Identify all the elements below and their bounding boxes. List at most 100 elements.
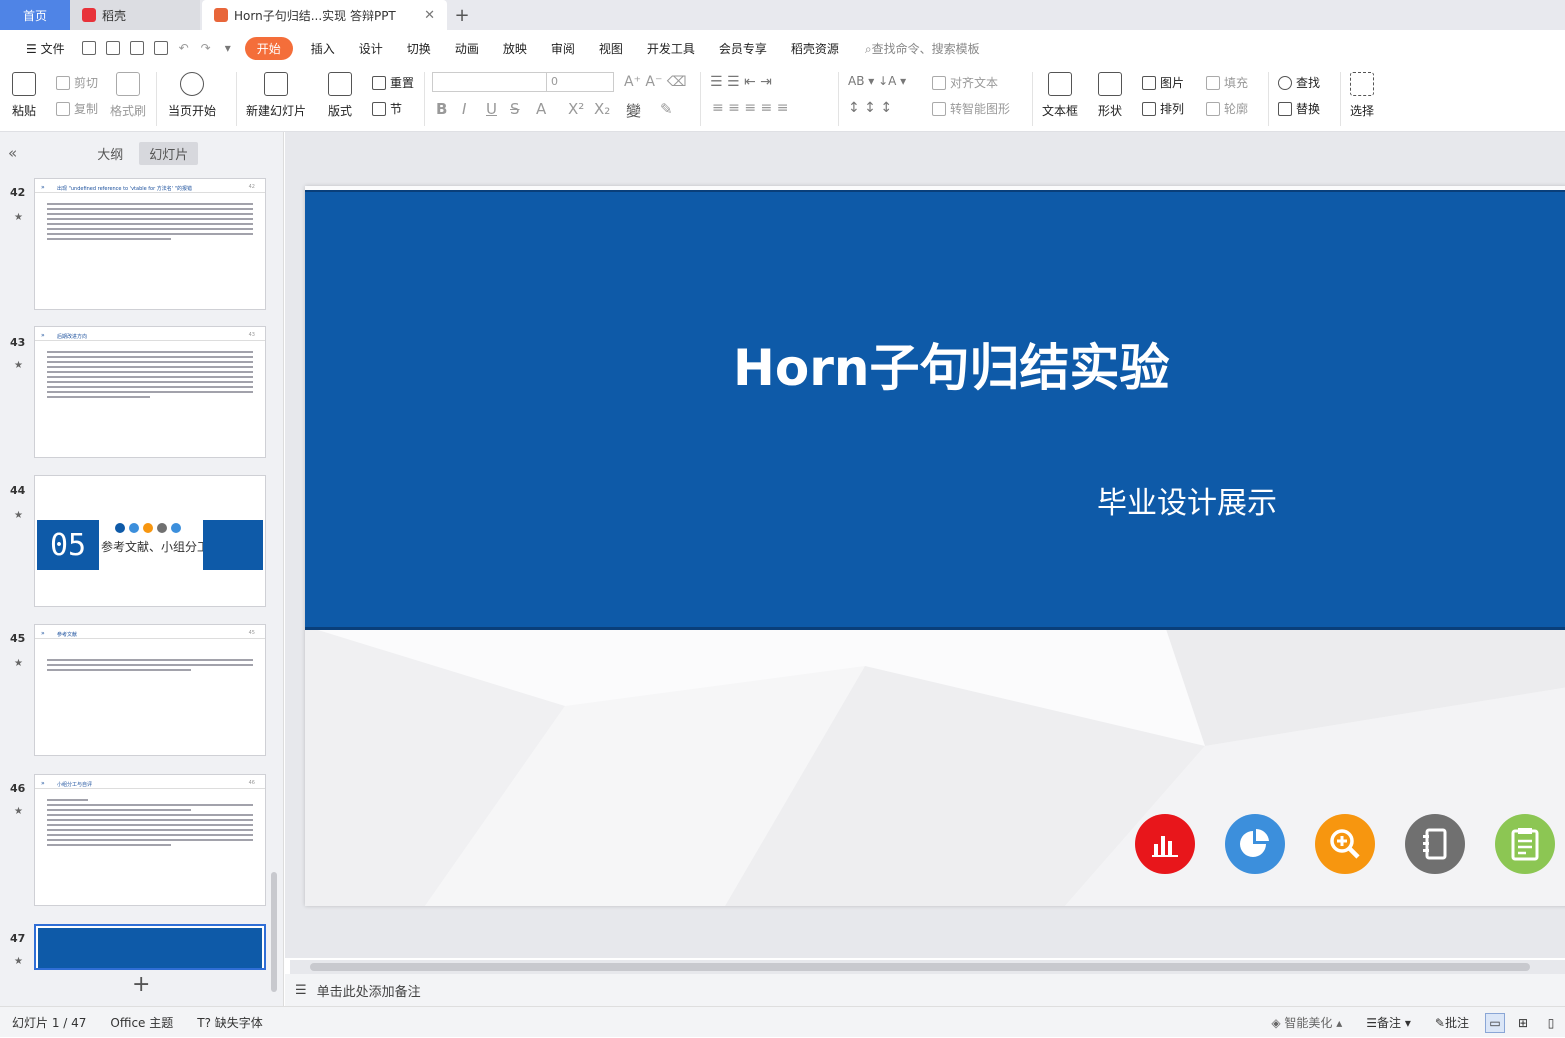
horizontal-scrollbar[interactable] bbox=[290, 960, 1565, 974]
new-slide-button[interactable]: 新建幻灯片 bbox=[246, 72, 306, 119]
slide-thumbnail-47[interactable] bbox=[34, 924, 266, 970]
file-menu[interactable]: ☰ 文件 bbox=[14, 40, 77, 57]
select-label: 选择 bbox=[1350, 104, 1375, 118]
slide-canvas[interactable]: Horn子句归结实验 毕业设计展示 bbox=[305, 186, 1565, 906]
pie-chart-icon[interactable] bbox=[1225, 814, 1285, 874]
paste-button[interactable]: 粘贴 bbox=[12, 72, 36, 119]
notebook-icon[interactable] bbox=[1405, 814, 1465, 874]
missing-font-button[interactable]: T? 缺失字体 bbox=[185, 1014, 275, 1031]
menu-developer[interactable]: 开发工具 bbox=[635, 40, 707, 57]
normal-view-icon[interactable]: ▭ bbox=[1485, 1012, 1505, 1033]
bullets-icon[interactable]: ☰ ☰ ⇤ ⇥ bbox=[710, 74, 772, 90]
font-family-select[interactable] bbox=[432, 72, 548, 92]
redo-icon[interactable]: ↷ bbox=[201, 41, 211, 55]
line-spacing-icon[interactable]: ↕ ↕ ↕ bbox=[848, 100, 892, 116]
section-button[interactable]: 节 bbox=[372, 100, 402, 117]
picture-button[interactable]: 图片 bbox=[1142, 74, 1184, 91]
tab-document[interactable]: Horn子句归结...实现 答辩PPT ✕ bbox=[202, 0, 447, 30]
notes-toggle-button[interactable]: ☰备注 ▾ bbox=[1354, 1014, 1423, 1031]
underline-icon[interactable]: U bbox=[486, 100, 497, 118]
cut-button[interactable]: 剪切 bbox=[56, 74, 98, 91]
customize-toolbar-icon[interactable]: ▾ bbox=[225, 41, 231, 55]
clipboard-check-icon[interactable] bbox=[1495, 814, 1555, 874]
highlight-icon[interactable]: ✎ bbox=[660, 100, 673, 118]
slide-thumbnail-45[interactable]: » 参考文献 45 bbox=[34, 624, 266, 756]
font-color-icon[interactable]: A bbox=[536, 100, 546, 118]
menu-daoke-resources[interactable]: 稻壳资源 bbox=[779, 40, 851, 57]
undo-icon[interactable]: ↶ bbox=[179, 41, 189, 55]
scroll-thumb[interactable] bbox=[310, 963, 1530, 971]
slide-thumbnail-46[interactable]: » 小组分工与自评 46 bbox=[34, 774, 266, 906]
slide-subtitle[interactable]: 毕业设计展示 bbox=[1097, 478, 1277, 522]
italic-icon[interactable]: I bbox=[462, 100, 466, 118]
copy-button[interactable]: 复制 bbox=[56, 100, 98, 117]
font-grow-icon[interactable]: A⁺ A⁻ ⌫ bbox=[624, 74, 687, 90]
menu-transition[interactable]: 切换 bbox=[395, 40, 443, 57]
thumbnail-scrollbar[interactable] bbox=[271, 872, 277, 992]
tab-daoke[interactable]: 稻壳 bbox=[70, 0, 200, 30]
find-button[interactable]: 查找 bbox=[1278, 74, 1320, 91]
subscript-icon[interactable]: X₂ bbox=[594, 100, 610, 118]
replace-button[interactable]: 替换 bbox=[1278, 100, 1320, 117]
add-slide-button[interactable]: + bbox=[132, 972, 150, 997]
save-icon[interactable] bbox=[81, 41, 96, 55]
fill-button[interactable]: 填充 bbox=[1206, 74, 1248, 91]
slide-sorter-icon[interactable]: ⊞ bbox=[1513, 1013, 1533, 1033]
close-tab-icon[interactable]: ✕ bbox=[424, 8, 435, 23]
notes-pane[interactable]: ☰ 单击此处添加备注 bbox=[285, 974, 1565, 1006]
shape-button[interactable]: 形状 bbox=[1098, 72, 1122, 119]
new-tab-button[interactable]: + bbox=[447, 0, 477, 30]
menu-view[interactable]: 视图 bbox=[587, 40, 635, 57]
layout-button[interactable]: 版式 bbox=[328, 72, 352, 119]
smart-art-button[interactable]: 转智能图形 bbox=[932, 100, 1010, 117]
slide-thumbnail-43[interactable]: » 后期改进方向 43 bbox=[34, 326, 266, 458]
menu-member[interactable]: 会员专享 bbox=[707, 40, 779, 57]
textbox-button[interactable]: 文本框 bbox=[1042, 72, 1078, 119]
outline-button[interactable]: 轮廓 bbox=[1206, 100, 1248, 117]
reading-view-icon[interactable]: ▯ bbox=[1541, 1013, 1561, 1033]
phonetic-icon[interactable]: 變 bbox=[626, 100, 641, 121]
play-icon bbox=[180, 72, 204, 96]
fill-label: 填充 bbox=[1224, 76, 1249, 90]
comment-button[interactable]: ✎批注 bbox=[1423, 1014, 1481, 1031]
smart-beautify-button[interactable]: ◈ 智能美化 ▴ bbox=[1259, 1014, 1354, 1031]
bar-chart-icon[interactable] bbox=[1135, 814, 1195, 874]
slide-title[interactable]: Horn子句归结实验 bbox=[733, 328, 1169, 400]
bold-icon[interactable]: B bbox=[436, 100, 447, 118]
tab-outline[interactable]: 大纲 bbox=[87, 142, 133, 165]
theme-name[interactable]: Office 主题 bbox=[98, 1014, 185, 1031]
tab-slides[interactable]: 幻灯片 bbox=[139, 141, 199, 165]
select-button[interactable]: 选择 bbox=[1350, 72, 1374, 119]
tab-home[interactable]: 首页 bbox=[0, 0, 70, 30]
picture-icon bbox=[1142, 75, 1156, 90]
menu-review[interactable]: 审阅 bbox=[539, 40, 587, 57]
collapse-panel-icon[interactable]: « bbox=[8, 144, 17, 162]
menu-design[interactable]: 设计 bbox=[347, 40, 395, 57]
superscript-icon[interactable]: X² bbox=[568, 100, 584, 118]
menu-start[interactable]: 开始 bbox=[244, 36, 293, 60]
text-direction-icon[interactable]: AB ▾ ↓A ▾ bbox=[848, 74, 906, 88]
slide-thumbnail-44[interactable]: 05 参考文献、小组分工 bbox=[34, 475, 266, 607]
menu-slideshow[interactable]: 放映 bbox=[491, 40, 539, 57]
menu-insert[interactable]: 插入 bbox=[299, 40, 347, 57]
print-preview-icon[interactable] bbox=[153, 41, 168, 55]
font-size-select[interactable]: 0 bbox=[546, 72, 614, 92]
strikethrough-icon[interactable]: S bbox=[510, 100, 520, 118]
menu-animation[interactable]: 动画 bbox=[443, 40, 491, 57]
format-painter-button[interactable]: 格式刷 bbox=[110, 72, 146, 119]
new-slide-icon bbox=[264, 72, 288, 96]
command-search[interactable]: ⌕查找命令、搜索模板 bbox=[865, 40, 980, 57]
slide-editor: Horn子句归结实验 毕业设计展示 bbox=[285, 132, 1565, 958]
paragraph-align-icon[interactable]: ≡ ≡ ≡ ≡ ≡ bbox=[712, 100, 788, 116]
export-pdf-icon[interactable] bbox=[105, 41, 120, 55]
print-icon[interactable] bbox=[129, 41, 144, 55]
chevron-down-icon: ▾ bbox=[1404, 1016, 1411, 1030]
play-from-current-button[interactable]: 当页开始 bbox=[168, 72, 216, 119]
missing-font-icon: T? bbox=[197, 1015, 211, 1030]
magnifier-icon[interactable] bbox=[1315, 814, 1375, 874]
align-text-button[interactable]: 对齐文本 bbox=[932, 74, 998, 91]
reset-button[interactable]: 重置 bbox=[372, 74, 414, 91]
textbox-label: 文本框 bbox=[1042, 104, 1079, 118]
arrange-button[interactable]: 排列 bbox=[1142, 100, 1184, 117]
slide-thumbnail-42[interactable]: » 出现 "undefined reference to 'vtable for… bbox=[34, 178, 266, 310]
